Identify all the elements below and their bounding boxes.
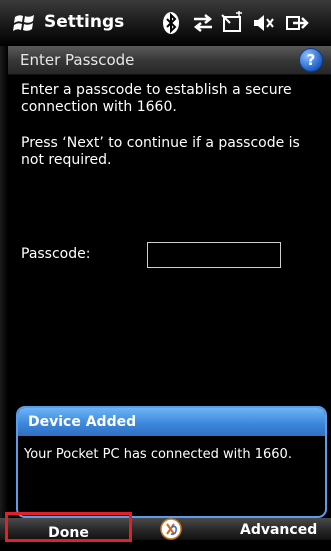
device-added-notification: Device Added Your Pocket PC has connecte… xyxy=(16,406,327,518)
instruction-text: Enter a passcode to establish a secure c… xyxy=(21,82,292,115)
page-header: Enter Passcode ? xyxy=(0,46,331,75)
help-icon[interactable]: ? xyxy=(299,48,323,72)
passcode-label: Passcode: xyxy=(21,246,91,262)
done-button[interactable]: Done xyxy=(5,512,132,542)
sync-arrows-icon[interactable] xyxy=(191,11,215,35)
page-title: Enter Passcode xyxy=(20,51,135,69)
status-bar: Settings xyxy=(0,0,331,46)
left-edge xyxy=(0,46,8,540)
exit-icon[interactable] xyxy=(283,11,309,35)
advanced-button[interactable]: Advanced xyxy=(240,522,317,538)
bluetooth-icon[interactable] xyxy=(162,11,180,35)
windows-start-icon[interactable] xyxy=(12,11,38,35)
app-title: Settings xyxy=(44,12,125,32)
notification-title: Device Added xyxy=(18,408,325,436)
keyboard-input-icon[interactable] xyxy=(158,517,184,541)
no-signal-icon[interactable] xyxy=(221,11,245,35)
instruction-next-text: Press ‘Next’ to continue if a passcode i… xyxy=(21,135,300,168)
passcode-input[interactable] xyxy=(147,242,281,268)
speaker-mute-icon[interactable] xyxy=(251,11,275,35)
notification-message: Your Pocket PC has connected with 1660. xyxy=(24,447,292,462)
